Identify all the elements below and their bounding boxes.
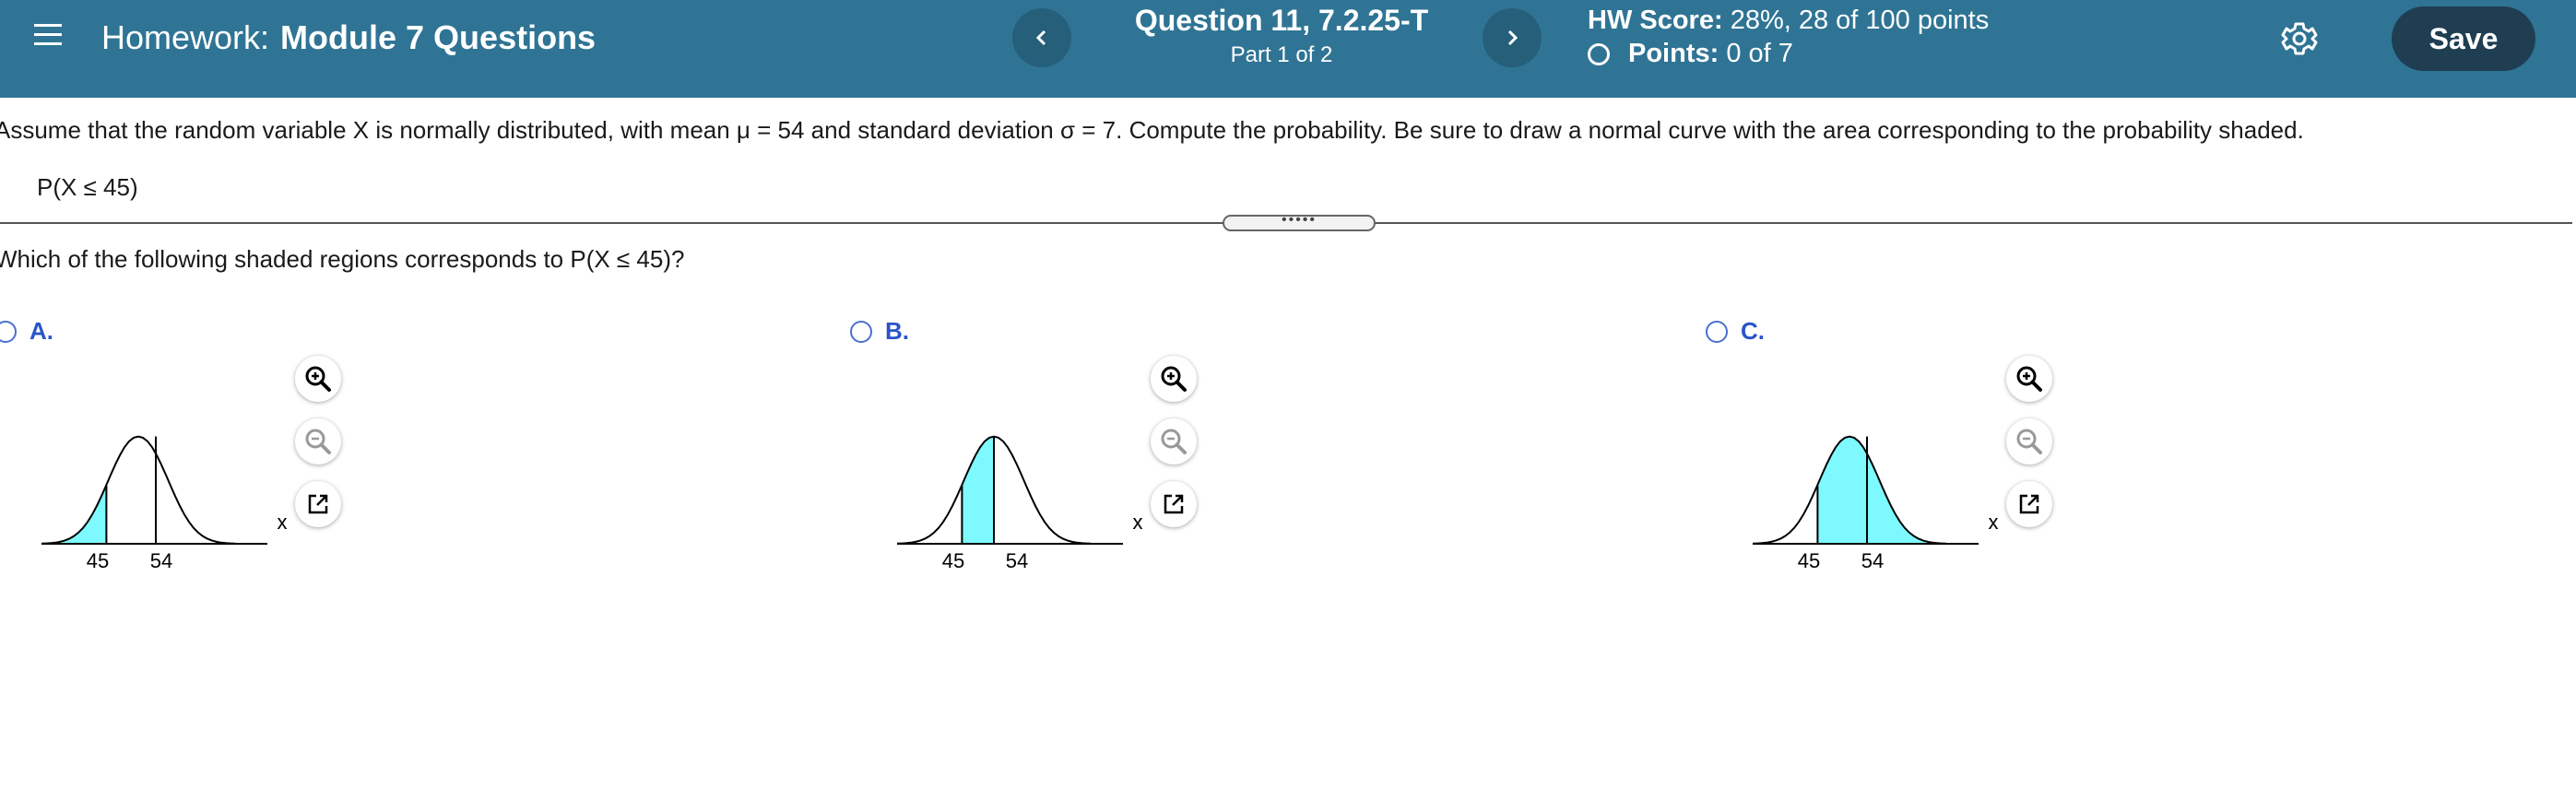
- zoom-out-icon: [1161, 429, 1187, 454]
- option-b-popout-button[interactable]: [1151, 481, 1197, 527]
- gear-icon[interactable]: [2281, 20, 2318, 57]
- problem-statement: Assume that the random variable X is nor…: [0, 116, 2304, 144]
- popout-icon: [308, 494, 328, 514]
- option-c-axis-label: x: [1989, 511, 1999, 534]
- homework-title: Homework: Module 7 Questions: [101, 18, 596, 57]
- option-c[interactable]: C.: [1706, 317, 1765, 346]
- option-c-tick-54: 54: [1861, 549, 1884, 572]
- option-a-popout-button[interactable]: [295, 481, 341, 527]
- points: Points: 0 of 7: [1588, 39, 1793, 69]
- option-b-zoom-out-button[interactable]: [1151, 418, 1197, 465]
- option-c-graph: 45 54 x: [1752, 435, 1999, 572]
- option-a-zoom-out-button[interactable]: [295, 418, 341, 465]
- option-c-radio[interactable]: [1706, 320, 1728, 343]
- option-a-tick-54: 54: [150, 549, 172, 572]
- question-title: Question 11, 7.2.25-T: [1134, 4, 1429, 37]
- next-question-button[interactable]: [1483, 8, 1542, 67]
- save-button[interactable]: Save: [2392, 6, 2535, 71]
- hw-score-value: 28%, 28 of 100 points: [1730, 6, 1990, 35]
- resize-handle[interactable]: •••••: [1223, 213, 1376, 231]
- option-a-zoom-in-button[interactable]: [295, 356, 341, 402]
- points-status-icon: [1588, 42, 1610, 65]
- hw-score[interactable]: HW Score: 28%, 28 of 100 points: [1588, 6, 1989, 36]
- points-label: Points:: [1628, 39, 1719, 68]
- zoom-in-icon: [2016, 366, 2042, 392]
- option-a-graph: 45 54 x: [41, 435, 288, 572]
- menu-icon[interactable]: [33, 20, 63, 50]
- option-a-normal-curve: [41, 435, 236, 545]
- zoom-in-icon: [305, 366, 331, 392]
- chevron-right-icon: [1507, 29, 1518, 46]
- probability-expression: P(X ≤ 45): [37, 173, 138, 201]
- option-b-tick-45: 45: [942, 549, 964, 572]
- zoom-out-icon: [2016, 429, 2042, 454]
- question-part: Part 1 of 2: [1230, 42, 1333, 67]
- option-c-popout-button[interactable]: [2006, 481, 2052, 527]
- option-b[interactable]: B.: [850, 317, 909, 346]
- option-a-axis-label: x: [278, 511, 288, 534]
- points-value: 0 of 7: [1726, 39, 1793, 68]
- option-b-label: B.: [885, 317, 909, 345]
- homework-name: Module 7 Questions: [280, 18, 597, 56]
- option-b-radio[interactable]: [850, 320, 872, 343]
- option-b-axis-label: x: [1133, 511, 1143, 534]
- hw-score-label: HW Score:: [1588, 6, 1723, 35]
- option-a-radio[interactable]: [0, 320, 17, 343]
- option-b-graph: 45 54 x: [896, 435, 1143, 572]
- question-text: Which of the following shaded regions co…: [0, 245, 685, 273]
- option-c-label: C.: [1741, 317, 1765, 345]
- zoom-in-icon: [1161, 366, 1187, 392]
- option-a[interactable]: A.: [0, 317, 53, 346]
- option-a-label: A.: [30, 317, 53, 345]
- option-b-zoom-in-button[interactable]: [1151, 356, 1197, 402]
- option-c-zoom-in-button[interactable]: [2006, 356, 2052, 402]
- option-c-tick-45: 45: [1798, 549, 1820, 572]
- option-b-tick-54: 54: [1006, 549, 1028, 572]
- homework-prefix: Homework:: [101, 18, 270, 56]
- popout-icon: [2019, 494, 2039, 514]
- zoom-out-icon: [305, 429, 331, 454]
- option-c-shaded-region: [1817, 436, 1946, 544]
- top-bar: Homework: Module 7 Questions Question 11,…: [0, 0, 2576, 98]
- option-a-tick-45: 45: [87, 549, 109, 572]
- popout-icon: [1164, 494, 1184, 514]
- option-c-zoom-out-button[interactable]: [2006, 418, 2052, 465]
